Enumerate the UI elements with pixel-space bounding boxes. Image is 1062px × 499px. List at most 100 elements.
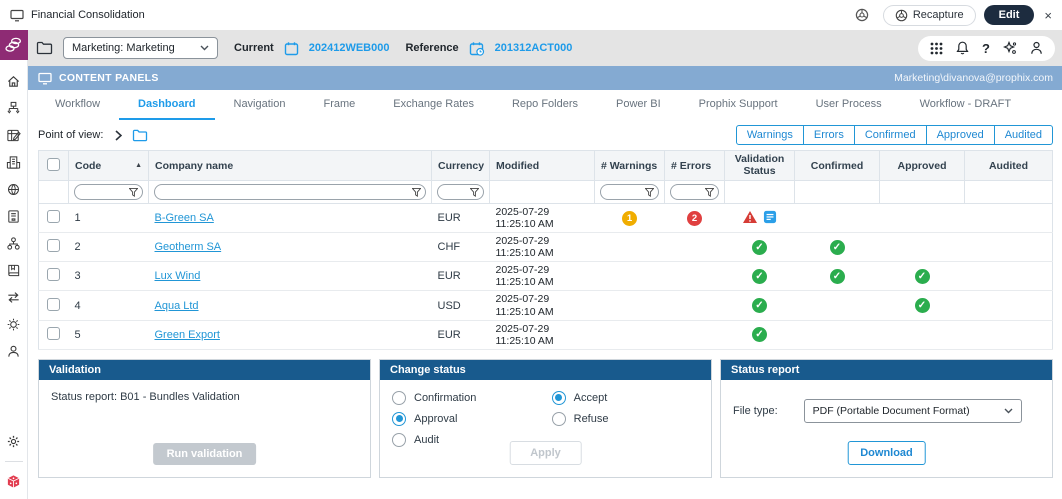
user-admin-icon[interactable] bbox=[6, 338, 21, 365]
col-currency[interactable]: Currency bbox=[432, 151, 490, 181]
aperture-icon[interactable] bbox=[855, 8, 869, 22]
tab-frame[interactable]: Frame bbox=[304, 90, 374, 120]
company-link[interactable]: Lux Wind bbox=[155, 270, 201, 282]
modified-cell: 2025-07-29 11:25:10 AM bbox=[490, 204, 595, 233]
reference-period-link[interactable]: 201312ACT000 bbox=[495, 42, 573, 54]
row-checkbox[interactable] bbox=[47, 239, 60, 252]
home-icon[interactable] bbox=[6, 68, 21, 95]
col-validation-status[interactable]: Validation Status bbox=[725, 151, 795, 181]
prophix-logo-icon[interactable] bbox=[0, 30, 28, 60]
radio-confirmation[interactable]: Confirmation bbox=[392, 391, 552, 405]
company-filter-input[interactable] bbox=[154, 184, 426, 200]
sync-icon[interactable] bbox=[6, 284, 21, 311]
chevron-down-icon bbox=[1004, 408, 1013, 414]
expand-chevron-icon[interactable] bbox=[115, 130, 122, 141]
modified-cell: 2025-07-29 11:25:10 AM bbox=[490, 233, 595, 262]
row-checkbox[interactable] bbox=[47, 268, 60, 281]
apply-button[interactable]: Apply bbox=[509, 441, 582, 465]
folder-icon[interactable] bbox=[36, 41, 53, 55]
company-link[interactable]: Green Export bbox=[155, 329, 220, 341]
company-link[interactable]: Geotherm SA bbox=[155, 241, 222, 253]
tab-user-process[interactable]: User Process bbox=[797, 90, 901, 120]
chevron-down-icon bbox=[200, 45, 209, 51]
errors-filter-input[interactable] bbox=[670, 184, 719, 200]
forms-icon[interactable] bbox=[6, 203, 21, 230]
red-cube-icon[interactable] bbox=[6, 468, 21, 495]
col-company-name[interactable]: Company name bbox=[149, 151, 432, 181]
exchange-rates-icon[interactable] bbox=[6, 176, 21, 203]
close-icon[interactable]: × bbox=[1044, 8, 1052, 23]
validation-ok-icon: ✓ bbox=[752, 327, 767, 342]
notifications-bell-icon[interactable] bbox=[956, 41, 969, 55]
org-chart-icon[interactable] bbox=[6, 230, 21, 257]
col-confirmed[interactable]: Confirmed bbox=[795, 151, 880, 181]
warnings-filter-input[interactable] bbox=[600, 184, 659, 200]
journal-icon[interactable] bbox=[6, 122, 21, 149]
ai-sparkle-icon[interactable] bbox=[1003, 41, 1017, 55]
process-icon[interactable] bbox=[6, 311, 21, 338]
download-button[interactable]: Download bbox=[847, 441, 926, 465]
company-link[interactable]: Aqua Ltd bbox=[155, 300, 199, 312]
workflow-icon[interactable] bbox=[6, 95, 21, 122]
file-type-value: PDF (Portable Document Format) bbox=[813, 405, 970, 417]
settings-icon[interactable] bbox=[6, 428, 21, 455]
error-count-badge: 2 bbox=[687, 211, 702, 226]
filter-warnings-button[interactable]: Warnings bbox=[736, 125, 804, 145]
ledger-icon[interactable] bbox=[6, 257, 21, 284]
company-icon[interactable] bbox=[6, 149, 21, 176]
col-warnings[interactable]: # Warnings bbox=[595, 151, 665, 181]
tab-dashboard[interactable]: Dashboard bbox=[119, 90, 214, 120]
dimension-selector-value: Marketing: Marketing bbox=[72, 42, 175, 54]
filter-errors-button[interactable]: Errors bbox=[804, 125, 855, 145]
row-checkbox[interactable] bbox=[47, 327, 60, 340]
row-checkbox[interactable] bbox=[47, 210, 60, 223]
filter-confirmed-button[interactable]: Confirmed bbox=[855, 125, 927, 145]
currency-cell: EUR bbox=[432, 262, 490, 291]
table-header-row: Code▲ Company name Currency Modified # W… bbox=[39, 151, 1053, 181]
validation-report-icon[interactable] bbox=[763, 210, 777, 224]
dimension-selector[interactable]: Marketing: Marketing bbox=[63, 37, 218, 59]
filter-audited-button[interactable]: Audited bbox=[995, 125, 1053, 145]
file-type-select[interactable]: PDF (Portable Document Format) bbox=[804, 399, 1022, 423]
pov-folder-icon[interactable] bbox=[132, 129, 148, 142]
col-modified[interactable]: Modified bbox=[490, 151, 595, 181]
user-profile-icon[interactable] bbox=[1030, 41, 1043, 55]
tab-workflow-draft[interactable]: Workflow - DRAFT bbox=[901, 90, 1030, 120]
recapture-icon bbox=[895, 9, 908, 22]
radio-refuse[interactable]: Refuse bbox=[552, 412, 609, 426]
col-code[interactable]: Code▲ bbox=[69, 151, 149, 181]
tab-workflow[interactable]: Workflow bbox=[36, 90, 119, 120]
tab-repo-folders[interactable]: Repo Folders bbox=[493, 90, 597, 120]
radio-selected-icon bbox=[392, 412, 406, 426]
help-icon[interactable]: ? bbox=[982, 41, 990, 56]
funnel-icon bbox=[645, 188, 654, 197]
current-period-link[interactable]: 202412WEB000 bbox=[309, 42, 390, 54]
sidebar-divider bbox=[5, 461, 23, 462]
status-report-panel-title: Status report bbox=[721, 360, 1052, 380]
toolbar: Marketing: Marketing Current 202412WEB00… bbox=[28, 30, 1062, 66]
filter-approved-button[interactable]: Approved bbox=[927, 125, 995, 145]
apps-grid-icon[interactable] bbox=[930, 42, 943, 55]
company-link[interactable]: B-Green SA bbox=[155, 212, 214, 224]
app-title: Financial Consolidation bbox=[31, 9, 145, 21]
tab-navigation[interactable]: Navigation bbox=[215, 90, 305, 120]
status-report-panel: Status report File type: PDF (Portable D… bbox=[720, 359, 1053, 478]
tab-prophix-support[interactable]: Prophix Support bbox=[680, 90, 797, 120]
currency-cell: EUR bbox=[432, 320, 490, 349]
radio-approval[interactable]: Approval bbox=[392, 412, 552, 426]
table-row: 4 Aqua Ltd USD 2025-07-29 11:25:10 AM ✓ … bbox=[39, 291, 1053, 320]
currency-filter-input[interactable] bbox=[437, 184, 484, 200]
run-validation-button[interactable]: Run validation bbox=[153, 443, 257, 465]
edit-button[interactable]: Edit bbox=[984, 5, 1035, 25]
radio-accept[interactable]: Accept bbox=[552, 391, 609, 405]
col-approved[interactable]: Approved bbox=[880, 151, 965, 181]
col-audited[interactable]: Audited bbox=[965, 151, 1053, 181]
tab-power-bi[interactable]: Power BI bbox=[597, 90, 680, 120]
col-errors[interactable]: # Errors bbox=[665, 151, 725, 181]
select-all-checkbox[interactable] bbox=[47, 158, 60, 171]
tab-exchange-rates[interactable]: Exchange Rates bbox=[374, 90, 493, 120]
code-filter-input[interactable] bbox=[74, 184, 143, 200]
recapture-button[interactable]: Recapture bbox=[883, 5, 976, 26]
validation-panel-title: Validation bbox=[39, 360, 370, 380]
row-checkbox[interactable] bbox=[47, 298, 60, 311]
